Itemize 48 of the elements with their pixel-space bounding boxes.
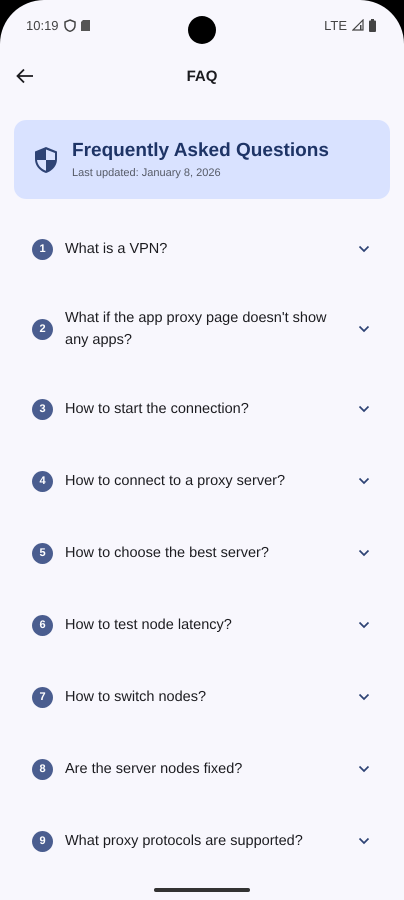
shield-icon	[34, 146, 58, 174]
faq-item[interactable]: 4 How to connect to a proxy server?	[0, 445, 404, 517]
chevron-icon	[358, 837, 370, 845]
faq-item[interactable]: 2 What if the app proxy page doesn't show any apps?	[0, 285, 404, 373]
status-time: 10:19	[26, 18, 59, 32]
faq-item[interactable]: 7 How to switch nodes?	[0, 661, 404, 733]
faq-item[interactable]: 3 How to start the connection?	[0, 373, 404, 445]
number-badge: 6	[32, 614, 53, 636]
chevron-icon	[358, 621, 370, 629]
question-text: How to test node latency?	[65, 616, 233, 635]
card-title: Frequently Asked Questions	[72, 140, 329, 162]
number-badge: 5	[32, 542, 53, 564]
question-text: How to connect to a proxy server?	[65, 472, 286, 491]
signal-icon	[352, 19, 364, 31]
question-text: How to choose the best server?	[65, 544, 270, 563]
number-badge: 3	[32, 398, 53, 420]
number-badge: 2	[32, 318, 53, 340]
faq-item[interactable]: 1 What is a VPN?	[0, 213, 404, 285]
number-badge: 7	[32, 686, 53, 708]
faq-item[interactable]: 9 What proxy protocols are supported?	[0, 805, 404, 877]
question-text: What is a VPN?	[65, 240, 168, 259]
shield-icon	[64, 18, 76, 32]
question-text: How to switch nodes?	[65, 688, 208, 707]
question-text: Are the server nodes fixed?	[65, 760, 244, 779]
number-badge: 8	[32, 758, 53, 780]
number-badge: 4	[32, 470, 53, 492]
sim-card-icon	[80, 20, 90, 30]
chevron-icon	[358, 245, 370, 253]
chevron-icon	[358, 325, 370, 333]
chevron-icon	[358, 477, 370, 485]
chevron-icon	[358, 693, 370, 701]
network-type: LTE	[324, 18, 347, 32]
last-updated-text: Last updated: January 8, 2026	[72, 167, 222, 179]
faq-item[interactable]: 5 How to choose the best server?	[0, 517, 404, 589]
chevron-icon	[358, 765, 370, 773]
number-badge: 9	[32, 830, 53, 852]
chevron-icon	[358, 549, 370, 557]
question-text: What if the app proxy page doesn't show any apps?	[65, 309, 328, 350]
screen-title: FAQ	[186, 68, 218, 84]
number-badge: 1	[32, 238, 53, 260]
question-text: What proxy protocols are supported?	[65, 832, 304, 851]
battery-icon	[369, 18, 376, 32]
camera-cutout	[188, 16, 216, 44]
faq-item[interactable]: 6 How to test node latency?	[0, 589, 404, 661]
question-text: How to start the connection?	[65, 400, 250, 419]
chevron-icon	[358, 405, 370, 413]
back-arrow-icon	[16, 68, 34, 84]
faq-item[interactable]: 8 Are the server nodes fixed?	[0, 733, 404, 805]
